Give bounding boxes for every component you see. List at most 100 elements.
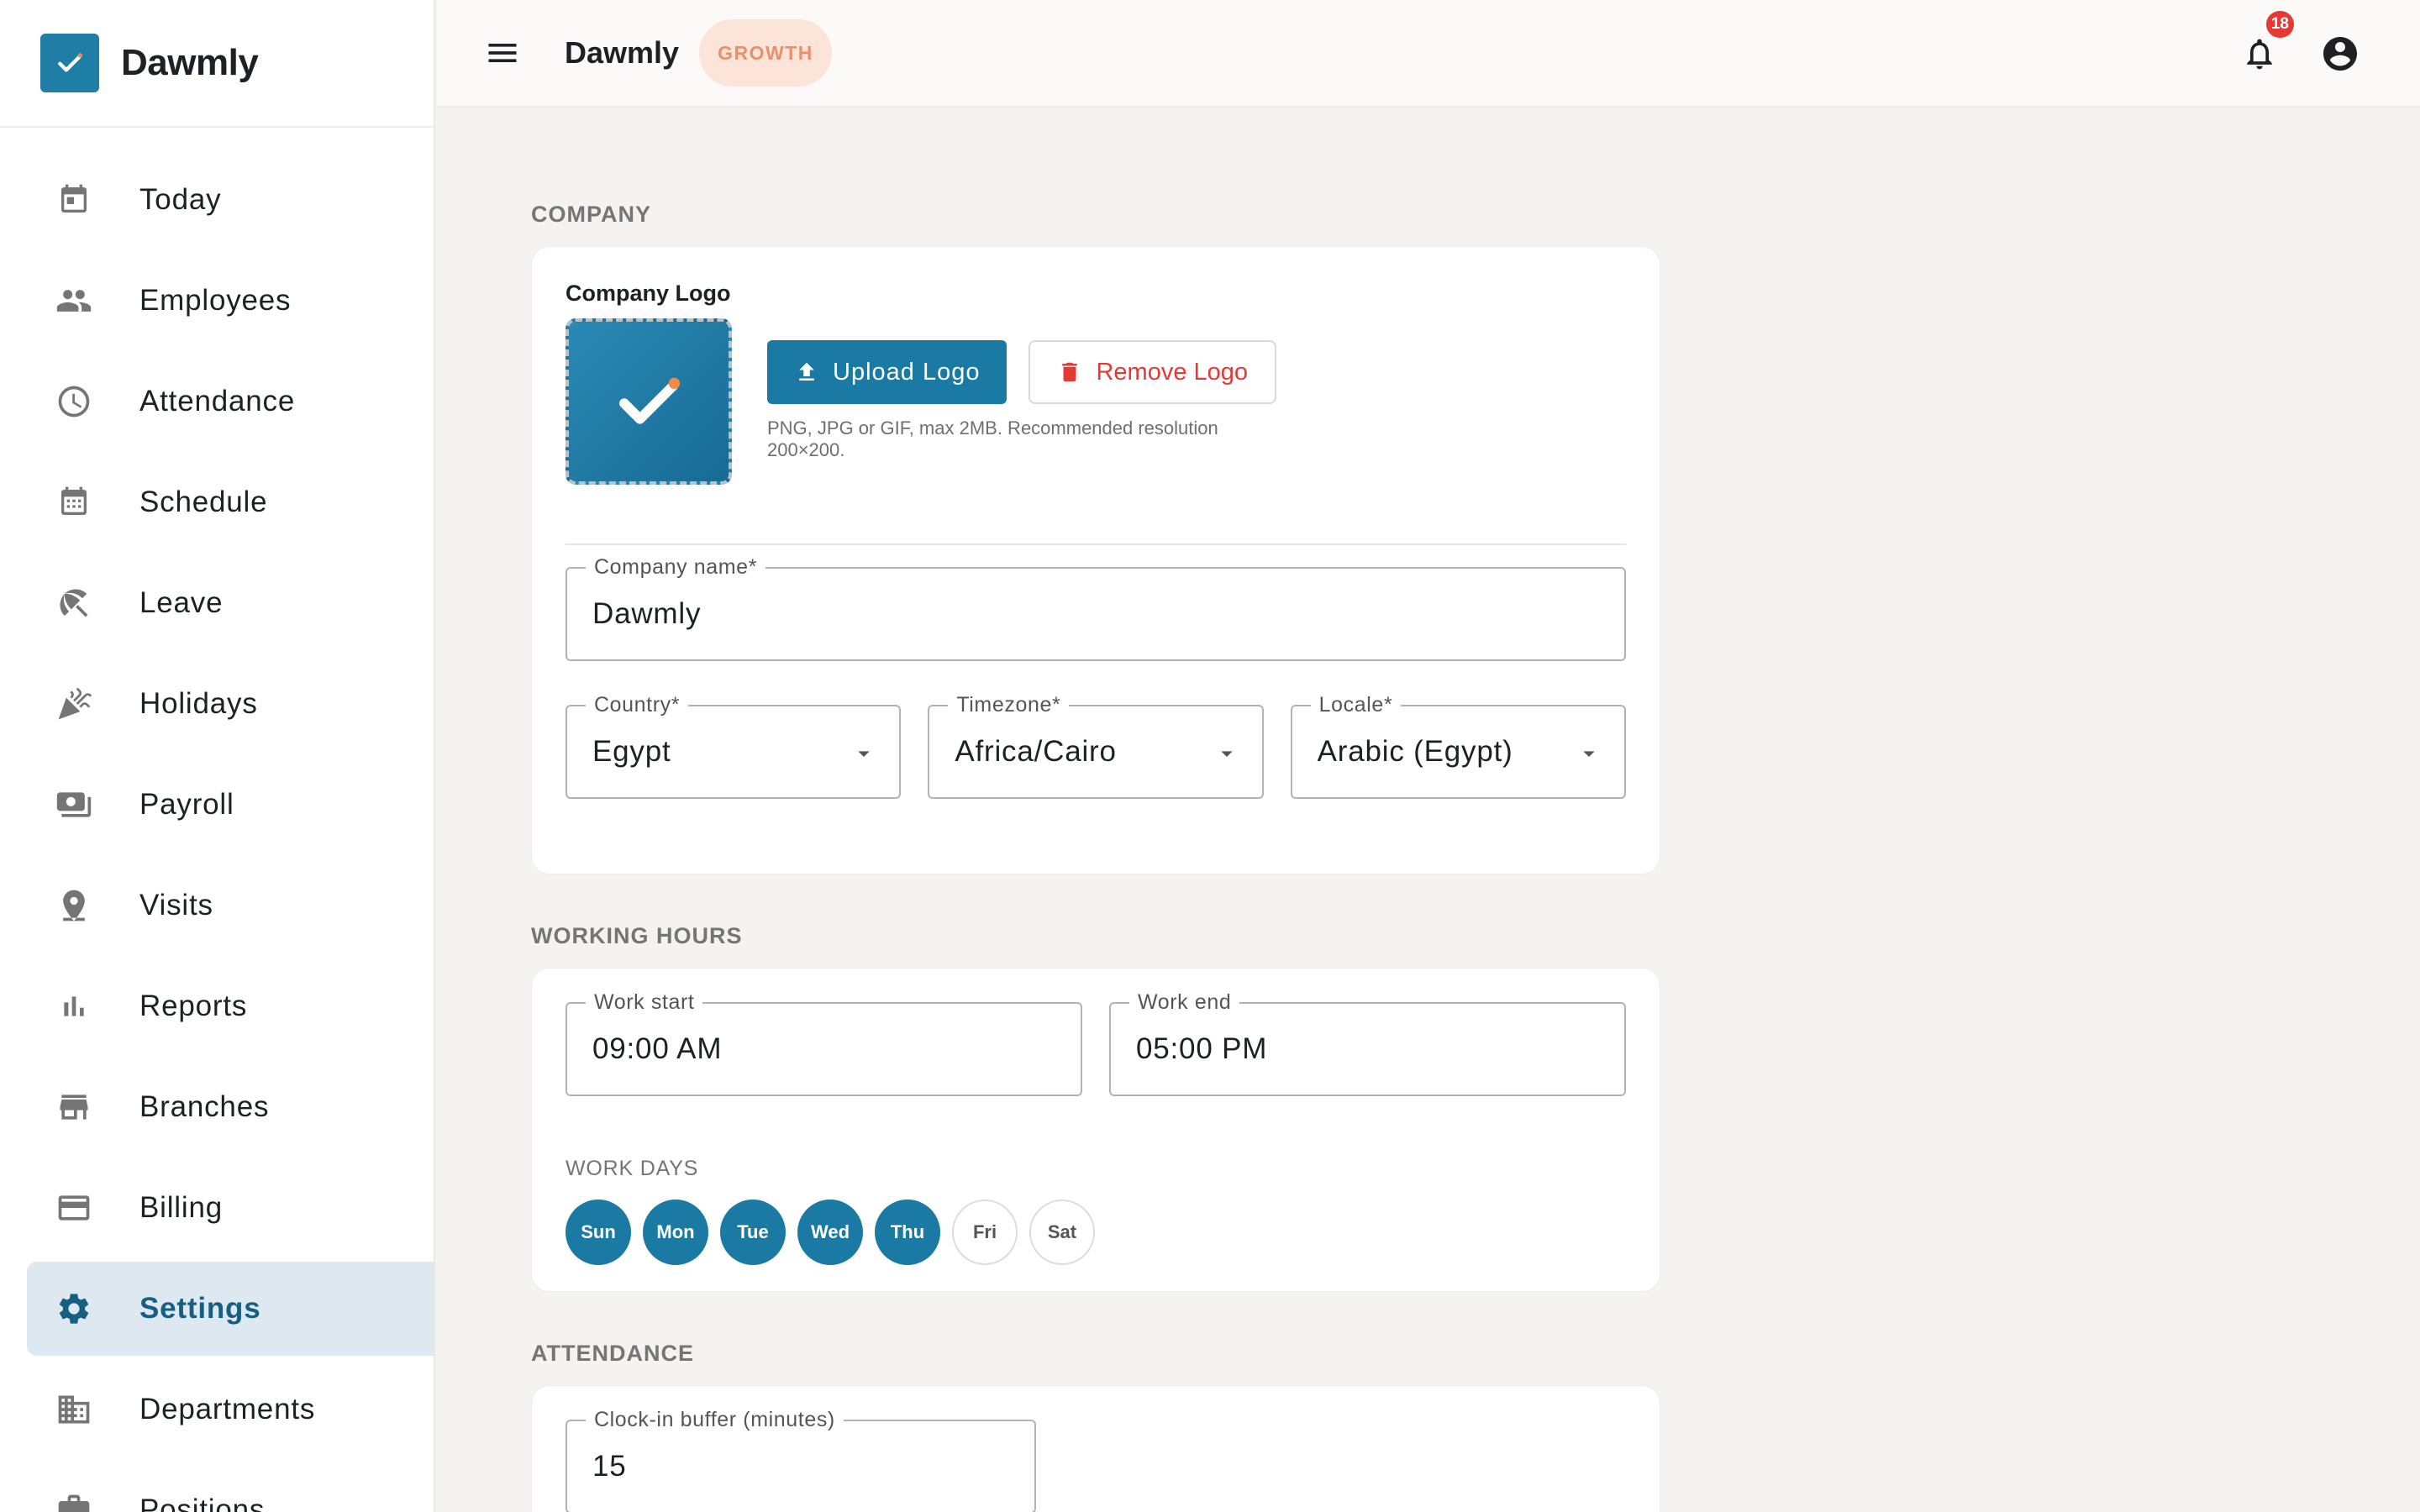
remove-logo-button[interactable]: Remove Logo	[1028, 340, 1277, 404]
sidebar-item-label: Schedule	[139, 486, 268, 518]
sidebar-item-label: Visits	[139, 889, 213, 921]
sidebar-item-positions[interactable]: Positions	[27, 1463, 434, 1512]
sidebar-item-employees[interactable]: Employees	[27, 254, 434, 348]
remove-logo-label: Remove Logo	[1096, 358, 1249, 386]
sidebar-item-label: Settings	[139, 1292, 261, 1325]
notification-count-badge: 18	[2265, 11, 2294, 38]
company-logo-preview[interactable]	[566, 318, 732, 485]
day-toggle-mon[interactable]: Mon	[643, 1200, 708, 1265]
locale-row: Country* Egypt Timezone* Africa/Cairo Lo…	[566, 693, 1626, 799]
locale-select[interactable]: Locale* Arabic (Egypt)	[1290, 693, 1626, 799]
day-toggle-fri[interactable]: Fri	[952, 1200, 1018, 1265]
sidebar-item-visits[interactable]: Visits	[27, 858, 434, 953]
calendar-today-icon	[55, 181, 92, 218]
brand-logo-icon	[40, 34, 99, 92]
sidebar-item-label: Payroll	[139, 788, 234, 821]
brand-name: Dawmly	[121, 42, 259, 83]
account-circle-icon	[2323, 37, 2357, 71]
work-days-label: WORK DAYS	[566, 1157, 699, 1180]
plan-badge: GROWTH	[699, 19, 832, 87]
day-toggle-sun[interactable]: Sun	[566, 1200, 631, 1265]
country-select[interactable]: Country* Egypt	[566, 693, 902, 799]
upload-logo-label: Upload Logo	[833, 358, 981, 386]
sidebar-item-reports[interactable]: Reports	[27, 959, 434, 1053]
hamburger-menu-icon	[488, 44, 517, 62]
payments-icon	[55, 786, 92, 823]
account-button[interactable]	[2311, 24, 2370, 83]
calendar-grid-icon	[55, 484, 92, 521]
sidebar-item-label: Departments	[139, 1393, 316, 1425]
celebration-icon	[55, 685, 92, 722]
sidebar-item-today[interactable]: Today	[27, 153, 434, 247]
sidebar-item-label: Billing	[139, 1191, 223, 1224]
divider	[566, 543, 1626, 545]
day-toggle-tue[interactable]: Tue	[720, 1200, 786, 1265]
top-bar: Dawmly GROWTH 18	[437, 0, 2420, 108]
trash-icon	[1062, 362, 1078, 382]
upload-logo-button[interactable]: Upload Logo	[767, 340, 1007, 404]
people-icon	[55, 282, 92, 319]
work-start-field[interactable]: Work start 09:00 AM	[566, 990, 1082, 1096]
sidebar-item-label: Today	[139, 183, 222, 216]
section-title-attendance: ATTENDANCE	[531, 1341, 694, 1366]
sidebar-item-label: Attendance	[139, 385, 296, 417]
briefcase-icon	[55, 1492, 92, 1512]
sidebar-item-branches[interactable]: Branches	[27, 1060, 434, 1154]
location-pin-icon	[55, 887, 92, 924]
logo-actions: Upload Logo Remove Logo PNG, JPG or GIF,…	[767, 340, 1277, 485]
sidebar-item-label: Positions	[139, 1494, 266, 1512]
working-hours-card: Work start 09:00 AM Work end 05:00 PM WO…	[531, 968, 1660, 1292]
brand[interactable]: Dawmly	[0, 0, 434, 128]
company-name-field[interactable]: Company name* Dawmly	[566, 555, 1626, 661]
header-actions: 18	[2230, 0, 2370, 108]
menu-toggle-button[interactable]	[477, 28, 528, 78]
dropdown-arrow-icon	[1220, 751, 1233, 757]
clock-icon	[55, 383, 92, 420]
sidebar-item-departments[interactable]: Departments	[27, 1362, 434, 1457]
section-title-working-hours: WORKING HOURS	[531, 923, 743, 948]
header-app-name: Dawmly	[565, 35, 680, 70]
sidebar-item-label: Employees	[139, 284, 292, 317]
bell-icon	[2247, 39, 2272, 70]
sidebar-item-payroll[interactable]: Payroll	[27, 758, 434, 852]
sidebar-item-label: Branches	[139, 1090, 270, 1123]
work-start-value[interactable]: 09:00 AM	[592, 1004, 722, 1095]
gear-icon	[55, 1290, 92, 1327]
sidebar-item-billing[interactable]: Billing	[27, 1161, 434, 1255]
company-card: Company Logo Upload Logo Remove Logo PNG…	[531, 246, 1660, 874]
dropdown-arrow-icon	[1583, 751, 1595, 757]
day-toggle-wed[interactable]: Wed	[797, 1200, 863, 1265]
checkmark-logo-icon	[619, 377, 681, 424]
work-end-value[interactable]: 05:00 PM	[1136, 1004, 1267, 1095]
notifications-button[interactable]: 18	[2230, 11, 2294, 83]
timezone-select[interactable]: Timezone* Africa/Cairo	[928, 693, 1264, 799]
sidebar-item-label: Reports	[139, 990, 248, 1022]
store-icon	[55, 1089, 92, 1126]
timezone-value: Africa/Cairo	[955, 735, 1117, 768]
logo-row: Upload Logo Remove Logo PNG, JPG or GIF,…	[566, 318, 1626, 485]
sidebar-item-label: Holidays	[139, 687, 258, 720]
sidebar-item-settings[interactable]: Settings	[27, 1262, 434, 1356]
credit-card-icon	[55, 1189, 92, 1226]
logo-button-row: Upload Logo Remove Logo	[767, 340, 1277, 404]
day-toggle-sat[interactable]: Sat	[1029, 1200, 1095, 1265]
company-name-value[interactable]: Dawmly	[592, 569, 701, 659]
sidebar: Dawmly Today Employees Attendance Schedu…	[0, 0, 435, 1512]
locale-value: Arabic (Egypt)	[1317, 735, 1513, 768]
day-toggle-thu[interactable]: Thu	[875, 1200, 940, 1265]
settings-main: COMPANY Company Logo Upload Logo Remove …	[531, 108, 1660, 1512]
sidebar-item-leave[interactable]: Leave	[27, 556, 434, 650]
bar-chart-icon	[55, 988, 92, 1025]
work-end-field[interactable]: Work end 05:00 PM	[1109, 990, 1626, 1096]
attendance-card: Clock-in buffer (minutes) 15	[531, 1385, 1660, 1512]
clock-in-buffer-field[interactable]: Clock-in buffer (minutes) 15	[566, 1408, 1036, 1512]
sidebar-item-holidays[interactable]: Holidays	[27, 657, 434, 751]
work-days-picker: Sun Mon Tue Wed Thu Fri Sat	[566, 1200, 1626, 1265]
sidebar-item-schedule[interactable]: Schedule	[27, 455, 434, 549]
sidebar-item-attendance[interactable]: Attendance	[27, 354, 434, 449]
domain-icon	[55, 1391, 92, 1428]
sidebar-item-label: Leave	[139, 586, 224, 619]
beach-umbrella-icon	[55, 585, 92, 622]
section-title-company: COMPANY	[531, 202, 652, 227]
clock-in-buffer-value[interactable]: 15	[592, 1421, 627, 1512]
